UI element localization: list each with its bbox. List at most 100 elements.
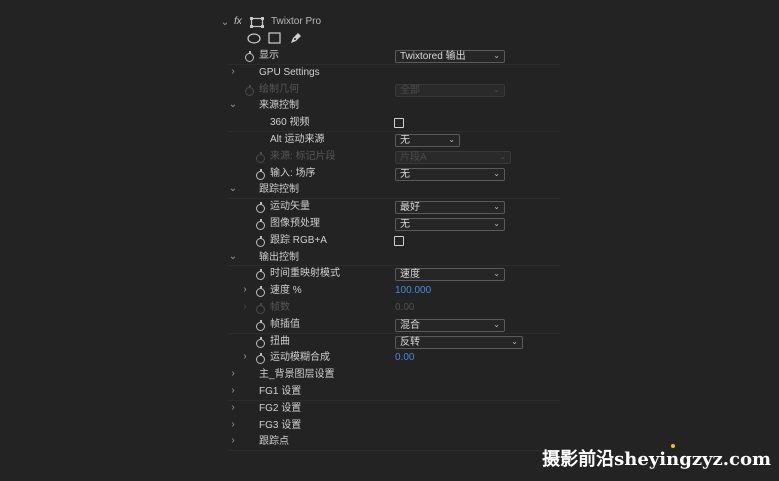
image-prep-dropdown[interactable]: 无 ⌄ (395, 218, 505, 231)
property-row-frame-interp: 帧插值 混合 ⌄ (0, 317, 779, 333)
property-label: Alt 运动来源 (270, 134, 325, 145)
stopwatch-icon[interactable] (256, 320, 265, 331)
expand-chevron-icon[interactable]: › (228, 436, 238, 446)
expand-chevron-icon[interactable]: › (240, 352, 250, 362)
stopwatch-icon[interactable] (245, 51, 254, 62)
dropdown-value: 无 (400, 169, 410, 180)
effect-name: Twixtor Pro (271, 16, 322, 27)
ellipse-mask-icon[interactable] (247, 33, 261, 44)
frame-interp-dropdown[interactable]: 混合 ⌄ (395, 319, 505, 332)
alt-motion-dropdown[interactable]: 无 ⌄ (395, 134, 460, 147)
draw-geometry-dropdown: 全部 ⌄ (395, 84, 505, 97)
effect-controls-panel: ⌄ fx Twixtor Pro 显示 Twixtored 输出 ⌄ › GPU… (0, 0, 779, 481)
expand-chevron-icon[interactable]: › (228, 67, 238, 77)
property-row-display: 显示 Twixtored 输出 ⌄ (0, 48, 779, 64)
property-label: 跟踪 RGB+A (270, 235, 327, 246)
360-video-checkbox[interactable] (394, 118, 404, 128)
group-label: FG3 设置 (259, 420, 302, 431)
chevron-down-icon: ⌄ (493, 169, 500, 178)
property-row-alt-motion-source: Alt 运动来源 无 ⌄ (0, 132, 779, 148)
property-row-track-rgba: 跟踪 RGB+A (0, 233, 779, 249)
property-label: 扭曲 (270, 336, 290, 347)
row-divider (228, 198, 560, 199)
row-divider (228, 400, 560, 401)
property-row-input-field-order: 输入: 场序 无 ⌄ (0, 166, 779, 182)
motion-blur-value[interactable]: 0.00 (395, 351, 414, 365)
stopwatch-icon[interactable] (256, 269, 265, 280)
expand-chevron-icon[interactable]: › (240, 285, 250, 295)
display-dropdown[interactable]: Twixtored 输出 ⌄ (395, 50, 505, 63)
stopwatch-icon[interactable] (256, 219, 265, 230)
stopwatch-icon (256, 152, 265, 163)
stopwatch-icon[interactable] (256, 169, 265, 180)
property-label: 来源: 标记片段 (270, 151, 336, 162)
group-tracking-control[interactable]: ⌄ 跟踪控制 (0, 182, 779, 198)
track-rgba-checkbox[interactable] (394, 236, 404, 246)
property-row-image-prep: 图像预处理 无 ⌄ (0, 216, 779, 232)
group-label: 来源控制 (259, 100, 299, 111)
stopwatch-icon[interactable] (256, 337, 265, 348)
group-label: 输出控制 (259, 252, 299, 263)
group-main-bg-settings[interactable]: › 主_背景图层设置 (0, 367, 779, 383)
collapse-chevron-icon[interactable]: ⌄ (220, 18, 230, 28)
effect-layer-icon (250, 17, 264, 28)
property-label: 输入: 场序 (270, 168, 316, 179)
group-gpu-settings[interactable]: › GPU Settings (0, 65, 779, 81)
expand-chevron-icon[interactable]: › (228, 403, 238, 413)
group-fg2-settings[interactable]: › FG2 设置 (0, 401, 779, 417)
row-divider (228, 265, 560, 266)
property-label: 运动模糊合成 (270, 352, 330, 363)
expand-chevron-icon[interactable]: › (228, 386, 238, 396)
property-row-frames: › 帧数 0.00 (0, 300, 779, 316)
property-row-time-remap-mode: 时间重映射模式 速度 ⌄ (0, 266, 779, 282)
collapse-chevron-icon[interactable]: ⌄ (228, 100, 238, 110)
chevron-down-icon: ⌄ (493, 269, 500, 278)
fx-icon[interactable]: fx (234, 15, 242, 29)
dropdown-value: 速度 (400, 269, 420, 280)
time-remap-dropdown[interactable]: 速度 ⌄ (395, 268, 505, 281)
watermark: 摄影前沿sheyingzyz.com (542, 449, 771, 470)
property-row-source-clip: 来源: 标记片段 片段A ⌄ (0, 149, 779, 165)
stopwatch-icon[interactable] (256, 202, 265, 213)
chevron-down-icon: ⌄ (499, 152, 506, 161)
rectangle-mask-icon[interactable] (268, 32, 281, 44)
source-clip-dropdown: 片段A ⌄ (395, 151, 511, 164)
group-fg3-settings[interactable]: › FG3 设置 (0, 418, 779, 434)
property-row-warping: 扭曲 反转 ⌄ (0, 334, 779, 350)
group-label: 跟踪点 (259, 436, 289, 447)
property-label: 帧数 (270, 302, 290, 313)
stopwatch-icon[interactable] (256, 353, 265, 364)
property-label: 360 视频 (270, 117, 310, 128)
row-divider (228, 64, 560, 65)
expand-chevron-icon[interactable]: › (228, 369, 238, 379)
dropdown-value: Twixtored 输出 (400, 51, 466, 62)
collapse-chevron-icon[interactable]: ⌄ (228, 184, 238, 194)
pen-mask-icon[interactable] (289, 31, 303, 45)
property-label: 绘制几何 (259, 84, 299, 95)
property-row-360-video: 360 视频 (0, 115, 779, 131)
property-label: 图像预处理 (270, 218, 320, 229)
stopwatch-icon[interactable] (256, 236, 265, 247)
field-order-dropdown[interactable]: 无 ⌄ (395, 168, 505, 181)
group-source-control[interactable]: ⌄ 来源控制 (0, 98, 779, 114)
motion-vectors-dropdown[interactable]: 最好 ⌄ (395, 201, 505, 214)
expand-chevron-icon[interactable]: › (228, 420, 238, 430)
stopwatch-icon (256, 303, 265, 314)
group-label: GPU Settings (259, 67, 320, 78)
dropdown-value: 反转 (400, 337, 420, 348)
property-label: 时间重映射模式 (270, 268, 340, 279)
stopwatch-icon[interactable] (256, 286, 265, 297)
group-label: FG1 设置 (259, 386, 302, 397)
property-label: 运动矢量 (270, 201, 310, 212)
group-label: FG2 设置 (259, 403, 302, 414)
chevron-down-icon: ⌄ (493, 85, 500, 94)
property-row-draw-geometry: 绘制几何 全部 ⌄ (0, 82, 779, 98)
group-fg1-settings[interactable]: › FG1 设置 (0, 384, 779, 400)
group-output-control[interactable]: ⌄ 输出控制 (0, 250, 779, 266)
speed-value[interactable]: 100.000 (395, 284, 431, 298)
collapse-chevron-icon[interactable]: ⌄ (228, 252, 238, 262)
property-label: 显示 (259, 50, 279, 61)
dropdown-value: 全部 (400, 85, 420, 96)
property-row-motion-vectors: 运动矢量 最好 ⌄ (0, 199, 779, 215)
warping-dropdown[interactable]: 反转 ⌄ (395, 336, 523, 349)
